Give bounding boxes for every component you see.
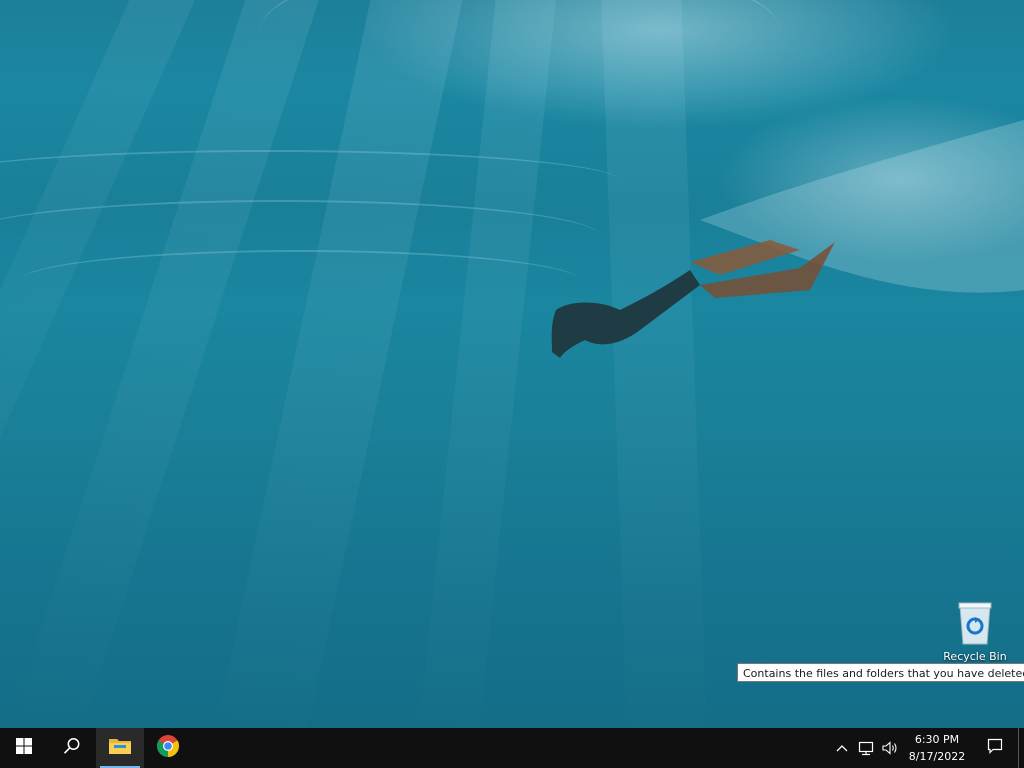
desktop-wallpaper[interactable]	[0, 0, 1024, 728]
taskbar-chrome[interactable]	[144, 728, 192, 768]
volume-icon[interactable]	[878, 728, 902, 768]
taskbar-clock[interactable]: 6:30 PM 8/17/2022	[902, 731, 972, 765]
taskbar: 6:30 PM 8/17/2022	[0, 728, 1024, 768]
action-center-button[interactable]	[972, 728, 1018, 768]
chevron-up-icon[interactable]	[830, 728, 854, 768]
clock-time: 6:30 PM	[914, 733, 960, 746]
recycle-bin-tooltip: Contains the files and folders that you …	[737, 663, 1024, 682]
file-explorer-icon	[108, 736, 132, 760]
show-desktop-button[interactable]	[1018, 728, 1024, 768]
recycle-bin-shortcut[interactable]: Recycle Bin	[938, 600, 1012, 670]
system-tray: 6:30 PM 8/17/2022	[830, 728, 1024, 768]
freediver-image	[551, 120, 1024, 358]
search-icon	[63, 737, 81, 759]
chrome-icon	[156, 734, 180, 762]
recycle-bin-label[interactable]: Recycle Bin	[938, 650, 1012, 663]
windows-logo-icon	[16, 738, 32, 758]
clock-date: 8/17/2022	[908, 750, 966, 763]
search-button[interactable]	[48, 728, 96, 768]
action-center-icon	[987, 738, 1003, 758]
start-button[interactable]	[0, 728, 48, 768]
network-icon[interactable]	[854, 728, 878, 768]
recycle-bin-icon	[955, 600, 995, 646]
taskbar-file-explorer[interactable]	[96, 728, 144, 768]
